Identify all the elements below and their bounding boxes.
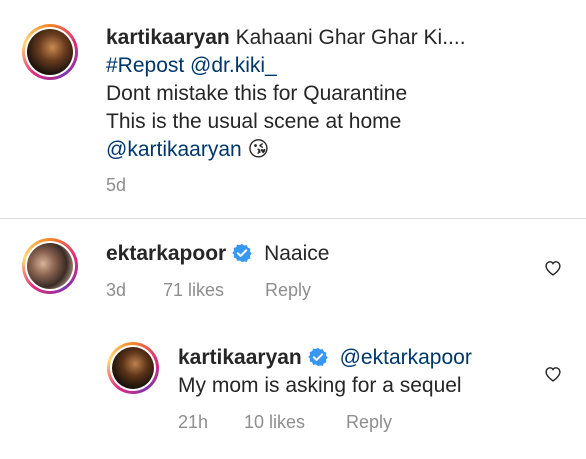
reply-reply-button[interactable]: Reply <box>346 412 392 433</box>
caption-avatar[interactable] <box>22 24 78 80</box>
caption-line-4: This is the usual scene at home <box>106 110 402 133</box>
comment-like-heart-icon[interactable] <box>544 260 562 276</box>
avatar-image <box>112 347 154 389</box>
comment-meta: 3d 71 likes Reply <box>106 280 311 301</box>
comment-username[interactable]: ektarkapoor <box>106 242 226 265</box>
comment-timestamp: 3d <box>106 280 127 300</box>
caption-line-5: @kartikaaryan 😘 <box>106 136 566 164</box>
avatar-image <box>27 29 73 75</box>
comment-avatar[interactable] <box>22 238 78 294</box>
caption-text: kartikaaryan Kahaani Ghar Ghar Ki.... #R… <box>106 24 566 164</box>
comment-body: Naaice <box>264 242 330 265</box>
avatar-image <box>27 243 73 289</box>
caption-meta: 5d <box>106 175 126 196</box>
reply-likes[interactable]: 10 likes <box>244 412 346 433</box>
reply-avatar[interactable] <box>107 342 159 394</box>
caption-line-1: kartikaaryan Kahaani Ghar Ghar Ki.... <box>106 24 566 52</box>
reply-meta: 21h 10 likes Reply <box>178 412 392 433</box>
comment-reply-button[interactable]: Reply <box>265 280 311 301</box>
caption-title: Kahaani Ghar Ghar Ki.... <box>235 26 466 49</box>
caption-line-3: Dont mistake this for Quarantine <box>106 82 408 105</box>
reply-line-1: kartikaaryan @ektarkapoor <box>178 344 538 372</box>
kiss-emoji-icon: 😘 <box>247 138 270 161</box>
comment-likes[interactable]: 71 likes <box>163 280 265 301</box>
avatar-frame <box>25 241 75 291</box>
reply-timestamp: 21h <box>178 412 209 432</box>
caption-username[interactable]: kartikaaryan <box>106 26 230 49</box>
avatar-frame <box>25 27 75 77</box>
reply-body: My mom is asking for a sequel <box>178 374 462 397</box>
reply-like-heart-icon[interactable] <box>544 366 562 382</box>
caption-mention[interactable]: @kartikaaryan <box>106 138 242 161</box>
caption-timestamp: 5d <box>106 175 127 195</box>
reply-text: kartikaaryan @ektarkapoor My mom is aski… <box>178 344 538 400</box>
verified-badge-icon <box>232 243 252 263</box>
reply-username[interactable]: kartikaaryan <box>178 346 302 369</box>
comment-text: ektarkapoor Naaice <box>106 240 526 268</box>
verified-badge-icon <box>308 347 328 367</box>
reply-mention[interactable]: @ektarkapoor <box>340 346 472 369</box>
avatar-frame <box>110 345 156 391</box>
caption-divider <box>0 218 586 219</box>
caption-repost[interactable]: #Repost @dr.kiki_ <box>106 52 566 80</box>
